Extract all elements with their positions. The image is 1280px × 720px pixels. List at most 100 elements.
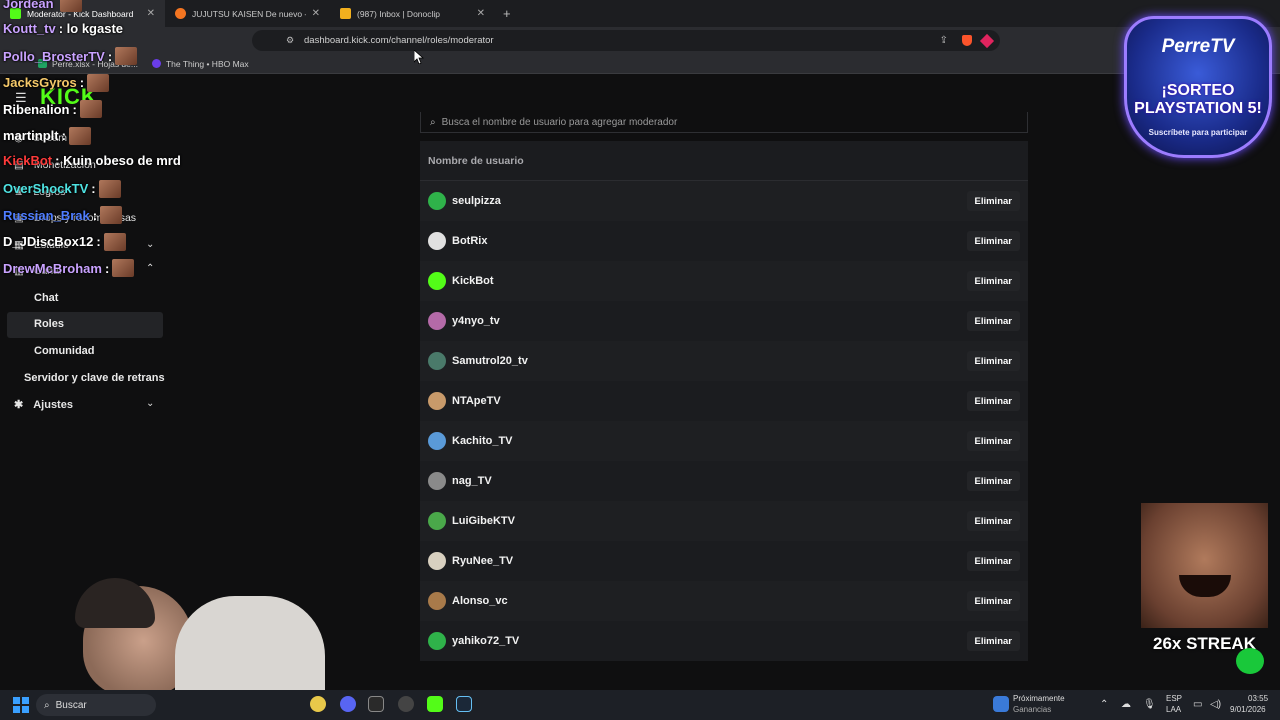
remove-moderator-button[interactable]: Eliminar <box>966 231 1020 251</box>
news-widget-icon[interactable] <box>993 696 1009 712</box>
emote-icon <box>68 126 91 145</box>
giveaway-badge: PerreTV ¡SORTEO PLAYSTATION 5! Suscríbet… <box>1118 10 1278 160</box>
tab-title: (987) Inbox | Donoclip <box>357 8 441 19</box>
remove-moderator-button[interactable]: Eliminar <box>966 391 1020 411</box>
username[interactable]: seulpizza <box>452 195 501 207</box>
url-text: dashboard.kick.com/channel/roles/moderat… <box>304 35 494 46</box>
chat-message: Russian_Brak: <box>3 206 123 224</box>
windows-start-icon[interactable] <box>13 697 29 713</box>
chat-text: : <box>61 128 66 143</box>
avatar <box>428 632 446 650</box>
username[interactable]: BotRix <box>452 235 487 247</box>
add-moderator-search[interactable]: ⌕ Busca el nombre de usuario para agrega… <box>420 112 1028 133</box>
remove-moderator-button[interactable]: Eliminar <box>966 431 1020 451</box>
clock-time[interactable]: 03:55 <box>1248 694 1268 703</box>
table-row: Samutrol20_tv Eliminar <box>420 341 1028 381</box>
username[interactable]: nag_TV <box>452 475 492 487</box>
webcam-overlay <box>55 578 335 696</box>
avatar <box>428 552 446 570</box>
clock-date[interactable]: 9/01/2026 <box>1230 705 1266 714</box>
chat-username: Pollo_BrosterTV <box>3 48 105 64</box>
chat-username: Jordean <box>3 0 54 11</box>
table-row: KickBot Eliminar <box>420 261 1028 301</box>
news-sub: Ganancias <box>1013 705 1052 714</box>
sidebar-item-chat[interactable]: Chat <box>34 292 58 304</box>
table-row: yahiko72_TV Eliminar <box>420 621 1028 661</box>
emote-icon <box>112 259 135 277</box>
avatar <box>428 192 446 210</box>
table-row: BotRix Eliminar <box>420 221 1028 261</box>
chat-message: Koutt_tv: lo kgaste <box>3 21 123 36</box>
discord-icon[interactable] <box>340 696 356 712</box>
sidebar-item-label: Ajustes <box>33 398 73 411</box>
volume-icon[interactable]: ◁) <box>1210 699 1221 710</box>
site-info-icon[interactable]: ⚙ <box>286 35 294 46</box>
steam-icon[interactable] <box>456 696 472 712</box>
rewards-icon[interactable] <box>979 33 995 48</box>
kick-app-icon[interactable] <box>427 696 443 712</box>
remove-moderator-button[interactable]: Eliminar <box>966 191 1020 211</box>
chat-username: Ribenalion <box>3 101 70 117</box>
chat-message: DrewMcBroham: <box>3 259 135 277</box>
username[interactable]: LuiGibeKTV <box>452 515 515 527</box>
url-input[interactable]: ⚙ dashboard.kick.com/channel/roles/moder… <box>252 30 1000 51</box>
donoclip-icon <box>340 8 351 19</box>
remove-moderator-button[interactable]: Eliminar <box>966 271 1020 291</box>
username[interactable]: yahiko72_TV <box>452 635 519 647</box>
microphone-icon[interactable]: 🎙 <box>1143 699 1156 710</box>
avatar <box>428 312 446 330</box>
gear-icon: ✱ <box>14 399 24 411</box>
remove-moderator-button[interactable]: Eliminar <box>966 511 1020 531</box>
username[interactable]: Kachito_TV <box>452 435 513 447</box>
chat-message: Ribenalion: <box>3 100 102 118</box>
chat-text: : <box>104 260 110 276</box>
sidebar-item-ajustes[interactable]: ✱ Ajustes <box>14 398 73 412</box>
badge-headline: ¡SORTEO PLAYSTATION 5! <box>1134 82 1262 117</box>
badge-brand: PerreTV <box>1161 36 1235 57</box>
username[interactable]: RyuNee_TV <box>452 555 513 567</box>
sidebar-item-server-key[interactable]: Servidor y clave de retrans <box>24 372 165 384</box>
remove-moderator-button[interactable]: Eliminar <box>966 551 1020 571</box>
cloud-icon[interactable]: ☁ <box>1121 699 1131 710</box>
news-title[interactable]: Próximamente <box>1013 694 1065 703</box>
username[interactable]: KickBot <box>452 275 494 287</box>
language-label[interactable]: ESP <box>1166 694 1182 703</box>
remove-moderator-button[interactable]: Eliminar <box>966 591 1020 611</box>
username[interactable]: y4nyo_tv <box>452 315 500 327</box>
emote-icon <box>100 206 123 224</box>
new-tab-icon[interactable]: + <box>503 6 511 21</box>
remove-moderator-button[interactable]: Eliminar <box>966 311 1020 331</box>
close-icon[interactable]: ✕ <box>477 8 485 19</box>
obs-icon[interactable] <box>368 696 384 712</box>
tab-donoclip[interactable]: (987) Inbox | Donoclip ✕ <box>330 0 495 27</box>
chevron-down-icon[interactable]: ⌄ <box>146 398 154 409</box>
chat-text: : <box>92 207 98 223</box>
table-row: LuiGibeKTV Eliminar <box>420 501 1028 541</box>
brave-shield-icon[interactable] <box>962 35 972 46</box>
chrome-icon[interactable] <box>310 696 326 712</box>
chat-message: martinplt: <box>3 126 91 145</box>
chat-username: Russian_Brak <box>3 207 90 223</box>
remove-moderator-button[interactable]: Eliminar <box>966 471 1020 491</box>
username[interactable]: Alonso_vc <box>452 595 508 607</box>
username[interactable]: Samutrol20_tv <box>452 355 528 367</box>
app-icon[interactable] <box>398 696 414 712</box>
chat-message: OverShockTV: <box>3 179 121 198</box>
close-icon[interactable]: ✕ <box>312 8 320 19</box>
remove-moderator-button[interactable]: Eliminar <box>966 631 1020 651</box>
username[interactable]: NTApeTV <box>452 395 501 407</box>
sidebar-item-comunidad[interactable]: Comunidad <box>34 345 95 357</box>
language-sub: LAA <box>1166 705 1182 714</box>
taskbar-search[interactable]: ⌕ Buscar <box>36 694 156 716</box>
chat-text: : <box>107 48 113 64</box>
chevron-up-icon[interactable]: ⌃ <box>1100 699 1108 710</box>
remove-moderator-button[interactable]: Eliminar <box>966 351 1020 371</box>
sidebar-item-roles[interactable]: Roles <box>34 318 64 330</box>
monitor-icon[interactable]: ▭ <box>1193 699 1202 710</box>
chat-message: JacksGyros: <box>3 73 110 92</box>
search-icon: ⌕ <box>44 699 50 711</box>
table-row: seulpizza Eliminar <box>420 181 1028 221</box>
share-icon[interactable]: ⇪ <box>940 35 948 46</box>
table-body: seulpizza Eliminar BotRix Eliminar KickBot El… <box>420 181 1028 661</box>
avatar <box>428 512 446 530</box>
